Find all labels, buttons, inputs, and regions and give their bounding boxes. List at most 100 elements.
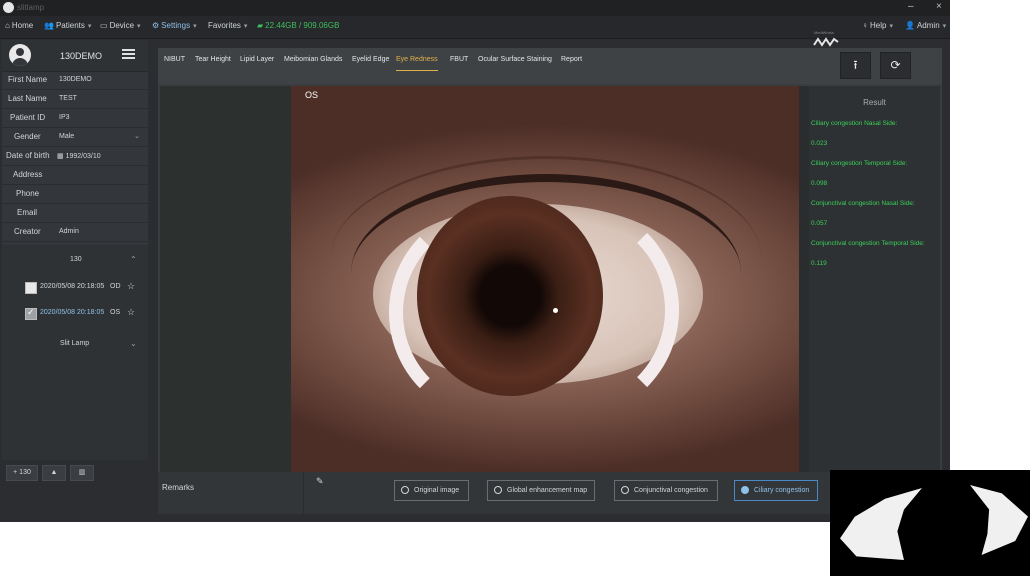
refresh-button[interactable]: ⟳ (880, 52, 911, 79)
field-patient-id: Patient ID IP3 (2, 109, 148, 128)
field-gender[interactable]: Gender Male ⌄ (2, 128, 148, 147)
option-global-enhancement-map[interactable]: Global enhancement map (487, 480, 595, 501)
pencil-icon[interactable]: ✎ (316, 476, 324, 487)
iris (417, 196, 603, 396)
field-label: Patient ID (10, 113, 46, 122)
option-original-image[interactable]: Original image (394, 480, 469, 501)
result-value: 0.023 (811, 140, 828, 147)
result-label: Ciliary congestion Nasal Side: (811, 120, 898, 127)
remarks-label: Remarks (162, 483, 195, 492)
record-eye: OD (110, 283, 121, 290)
field-label: Date of birth (6, 151, 50, 160)
slit-lamp-group[interactable]: Slit Lamp ⌄ (2, 337, 148, 355)
menu-home[interactable]: ⌂ Home (5, 21, 33, 30)
menu-device[interactable]: ▭ Device ▾ (100, 21, 141, 30)
patient-name-header: 130DEMO (60, 51, 103, 61)
field-value[interactable]: ▦ 1992/03/10 (57, 152, 101, 160)
disk-icon: ▰ (257, 21, 264, 30)
chevron-down-icon: ▾ (243, 23, 248, 30)
menu-settings-label: Settings (161, 21, 191, 30)
record-checkbox[interactable] (25, 307, 37, 320)
record-datetime: 2020/05/08 20:18:05 (40, 283, 105, 290)
tab-fbut[interactable]: FBUT (450, 56, 468, 70)
close-button[interactable]: × (936, 1, 942, 12)
user-icon: 👤 (905, 21, 915, 30)
tab-ocular-surface-staining[interactable]: Ocular Surface Staining (478, 56, 552, 70)
menu-admin-label: Admin (916, 21, 940, 30)
menu-settings[interactable]: ⚙ Settings ▾ (152, 21, 197, 30)
field-value[interactable]: IP3 (59, 114, 70, 121)
chevron-down-icon: ⌄ (130, 339, 137, 348)
tab-meibomian-glands[interactable]: Meibomian Glands (284, 56, 342, 70)
tab-nibut[interactable]: NIBUT (164, 56, 185, 70)
divider (303, 472, 304, 514)
device-icon: ▭ (100, 21, 108, 30)
chevron-down-icon: ▾ (193, 23, 197, 30)
option-label: Original image (414, 487, 460, 494)
title-bar: slitlamp – × (0, 0, 950, 16)
delete-button[interactable]: ▥ (70, 465, 94, 481)
field-label: Creator (14, 227, 41, 236)
hamburger-menu-icon[interactable] (122, 49, 135, 60)
menu-device-label: Device (109, 21, 135, 30)
field-label: Last Name (8, 94, 47, 103)
menu-favorites-label: Favorites (208, 21, 241, 30)
field-first-name: First Name 130DEMO (2, 71, 148, 90)
result-panel: Result Ciliary congestion Nasal Side: 0.… (809, 86, 940, 472)
field-address: Address (2, 166, 148, 185)
field-label: Address (13, 170, 43, 179)
record-datetime: 2020/05/08 20:18:05 (40, 309, 105, 316)
field-label: First Name (8, 75, 48, 84)
result-value: 0.119 (811, 260, 827, 267)
dob-text: 1992/03/10 (65, 153, 101, 160)
minimize-button[interactable]: – (908, 1, 914, 12)
record-eye: OS (110, 309, 121, 316)
tab-eyelid-edge[interactable]: Eyelid Edge (352, 56, 389, 70)
analysis-tabs: NIBUT Tear Height Lipid Layer Meibomian … (158, 48, 942, 84)
patient-panel: 130DEMO First Name 130DEMO Last Name TES… (2, 40, 148, 460)
menu-favorites[interactable]: Favorites ▾ (208, 21, 247, 30)
mask-region-left (840, 488, 922, 560)
tab-lipid-layer[interactable]: Lipid Layer (240, 56, 274, 70)
slit-lamp-label: Slit Lamp (60, 340, 90, 347)
record-item[interactable]: 2020/05/08 20:18:05 OD ☆ (2, 279, 148, 299)
upload-button[interactable]: ⭱ (840, 52, 871, 79)
brand-subtitle: MediWorks (814, 30, 834, 35)
star-icon[interactable]: ☆ (127, 281, 135, 292)
image-viewer: OS Result Ciliary congestion Nasal Side:… (160, 86, 940, 472)
tab-report[interactable]: Report (561, 56, 582, 70)
field-date-of-birth: Date of birth ▦ 1992/03/10 (2, 147, 148, 166)
field-label: Email (17, 208, 38, 217)
option-label: Conjunctival congestion (634, 487, 708, 494)
option-ciliary-congestion[interactable]: Ciliary congestion (734, 480, 818, 501)
storage-indicator: ▰ 22.44GB / 909.06GB (257, 21, 339, 30)
menu-admin[interactable]: 👤 Admin ▾ (905, 21, 946, 30)
record-group[interactable]: 130 ⌃ (2, 253, 148, 273)
tab-tear-height[interactable]: Tear Height (195, 56, 231, 70)
menu-bar: ⌂ Home 👥 Patients ▾ ▭ Device ▾ ⚙ Settings ▾ Fav… (0, 16, 950, 47)
option-conjunctival-congestion[interactable]: Conjunctival congestion (614, 480, 718, 501)
tab-eye-redness[interactable]: Eye Redness (396, 56, 438, 71)
eye-image[interactable]: OS (291, 86, 799, 472)
left-footer: + 130 ▲ ▥ (2, 460, 148, 522)
menu-patients[interactable]: 👥 Patients ▾ (44, 21, 91, 30)
record-checkbox[interactable] (25, 282, 37, 294)
field-value[interactable]: TEST (59, 95, 77, 102)
chevron-down-icon: ⌄ (134, 133, 140, 140)
field-value[interactable]: 130DEMO (59, 76, 92, 83)
chevron-down-icon: ▾ (889, 23, 893, 30)
calendar-icon: ▦ (57, 153, 64, 160)
field-last-name: Last Name TEST (2, 90, 148, 109)
viewer-left-area (160, 86, 291, 472)
radio-icon (741, 486, 749, 495)
result-label: Conjunctival congestion Temporal Side: (811, 240, 925, 247)
field-value: Male (59, 133, 75, 140)
star-icon[interactable]: ☆ (127, 307, 135, 318)
move-up-button[interactable]: ▲ (42, 465, 66, 481)
add-record-button[interactable]: + 130 (6, 465, 38, 481)
menu-help[interactable]: ♀ Help ▾ (862, 21, 893, 30)
record-item[interactable]: 2020/05/08 20:18:05 OS ☆ (2, 305, 148, 325)
field-phone: Phone (2, 185, 148, 204)
chevron-down-icon: ▾ (137, 23, 141, 30)
option-label: Global enhancement map (507, 487, 588, 494)
